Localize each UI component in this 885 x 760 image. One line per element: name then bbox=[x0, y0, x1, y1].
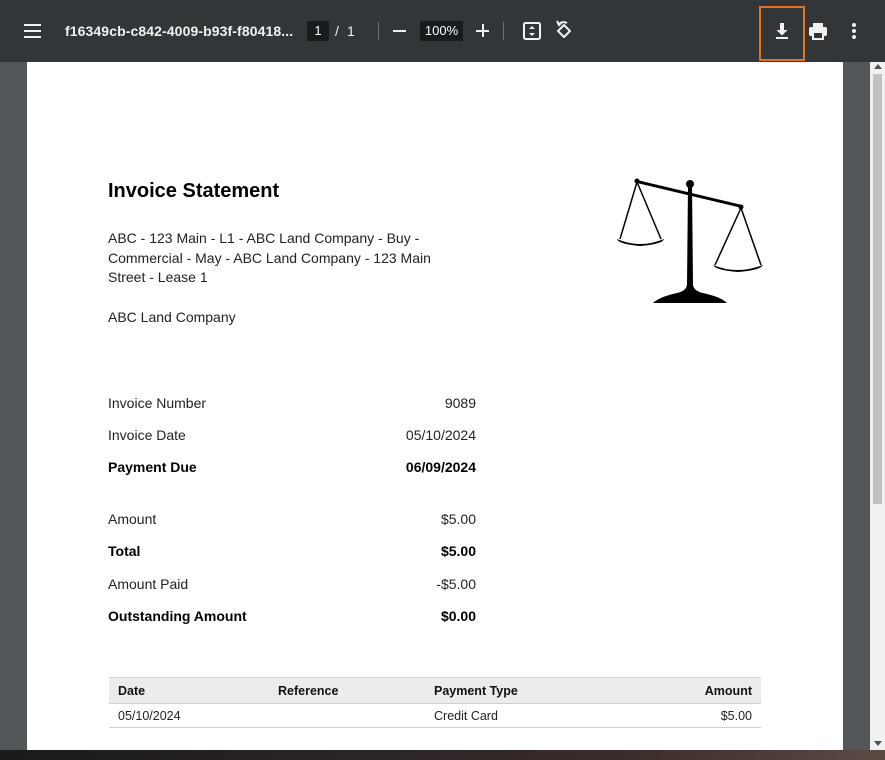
zoom-level-input[interactable]: 100% bbox=[420, 21, 463, 41]
toolbar-divider bbox=[378, 22, 379, 40]
pdf-page: Invoice Statement ABC - 123 Main - L1 - … bbox=[27, 62, 843, 750]
table-header-payment-type: Payment Type bbox=[425, 677, 605, 704]
invoice-description: ABC - 123 Main - L1 - ABC Land Company -… bbox=[108, 230, 431, 285]
table-header-amount: Amount bbox=[605, 677, 761, 704]
scroll-up-arrow-icon[interactable] bbox=[874, 64, 882, 69]
vertical-scrollbar[interactable] bbox=[870, 62, 885, 750]
payment-due-label: Payment Due bbox=[108, 459, 197, 475]
table-row: 05/10/2024 Credit Card $5.00 bbox=[109, 703, 761, 728]
zoom-out-icon[interactable] bbox=[390, 20, 410, 42]
invoice-date-value: 05/10/2024 bbox=[405, 427, 476, 443]
table-cell-reference bbox=[269, 703, 425, 728]
document-title: f16349cb-c842-4009-b93f-f80418... bbox=[65, 23, 294, 39]
page-total: 1 bbox=[347, 23, 355, 39]
table-header-reference: Reference bbox=[269, 677, 425, 704]
scales-of-justice-logo bbox=[617, 177, 764, 305]
scroll-down-arrow-icon[interactable] bbox=[874, 741, 882, 746]
invoice-date-label: Invoice Date bbox=[108, 427, 186, 443]
table-header-row: Date Reference Payment Type Amount bbox=[109, 677, 761, 704]
page-separator: / bbox=[335, 23, 339, 39]
total-label: Total bbox=[108, 543, 141, 559]
zoom-in-icon[interactable] bbox=[473, 20, 493, 42]
fit-page-icon[interactable] bbox=[521, 20, 543, 42]
desktop-background-strip bbox=[0, 750, 885, 760]
pdf-toolbar: f16349cb-c842-4009-b93f-f80418... 1 / 1 … bbox=[0, 0, 885, 62]
payments-table: Date Reference Payment Type Amount 05/10… bbox=[109, 677, 761, 728]
amount-paid-label: Amount Paid bbox=[108, 576, 189, 592]
invoice-title: Invoice Statement bbox=[108, 180, 280, 202]
outstanding-amount-value: $0.00 bbox=[440, 608, 476, 624]
outstanding-amount-label: Outstanding Amount bbox=[108, 608, 247, 624]
table-header-date: Date bbox=[109, 677, 269, 704]
more-vert-icon[interactable] bbox=[844, 20, 864, 42]
invoice-number-value: 9089 bbox=[444, 395, 476, 411]
download-icon[interactable] bbox=[772, 20, 792, 42]
amount-label: Amount bbox=[108, 511, 157, 527]
table-cell-date: 05/10/2024 bbox=[109, 703, 269, 728]
table-cell-payment-type: Credit Card bbox=[425, 703, 605, 728]
payment-due-value: 06/09/2024 bbox=[405, 459, 476, 475]
table-cell-amount: $5.00 bbox=[605, 703, 761, 728]
invoice-company: ABC Land Company bbox=[108, 309, 236, 325]
amount-value: $5.00 bbox=[440, 511, 476, 527]
scroll-thumb[interactable] bbox=[873, 74, 882, 504]
menu-icon[interactable] bbox=[21, 19, 45, 43]
total-value: $5.00 bbox=[440, 543, 476, 559]
page-number-input[interactable]: 1 bbox=[307, 21, 329, 41]
print-icon[interactable] bbox=[807, 20, 829, 42]
invoice-number-label: Invoice Number bbox=[108, 395, 207, 411]
amount-paid-value: -$5.00 bbox=[436, 576, 476, 592]
rotate-icon[interactable] bbox=[552, 19, 576, 43]
toolbar-divider bbox=[503, 22, 504, 40]
